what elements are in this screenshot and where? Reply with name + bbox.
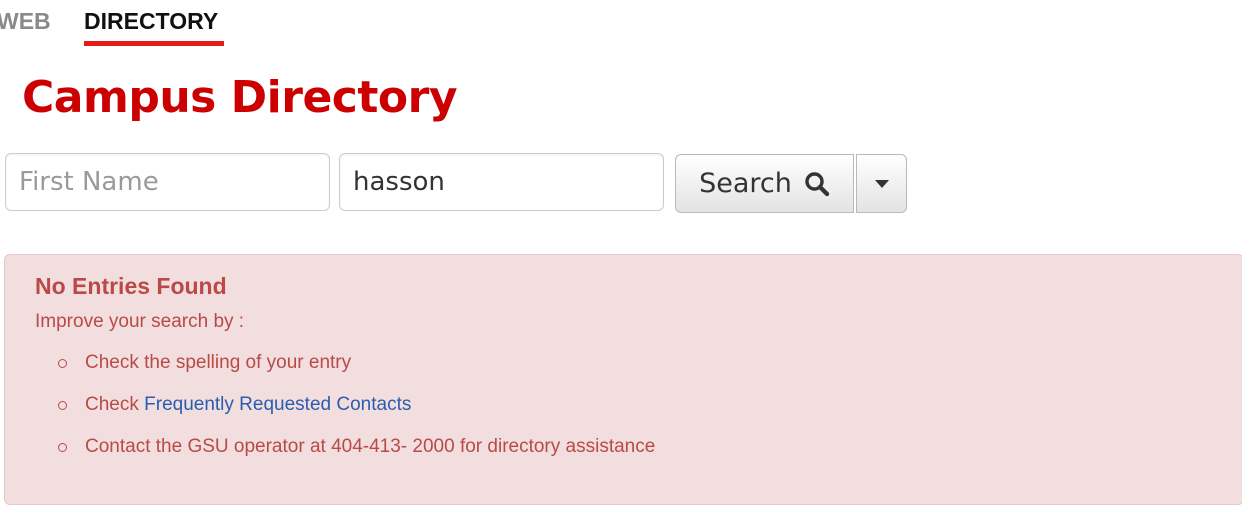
caret-down-icon [874,179,889,188]
active-tab-indicator [84,41,224,46]
suggestion-text: Contact the GSU operator at 404-413- 200… [85,436,656,457]
last-name-input[interactable] [339,153,664,211]
bullet-icon [58,401,67,410]
search-button[interactable]: Search [675,154,854,213]
page-title: Campus Directory [22,72,458,123]
suggestion-item: Check the spelling of your entry [85,350,351,376]
suggestion-item: Check Frequently Requested Contacts [85,392,411,418]
bullet-icon [58,443,67,452]
frequently-requested-contacts-link[interactable]: Frequently Requested Contacts [144,394,411,415]
suggestion-text: Check the spelling of your entry [85,352,352,373]
alert-heading: No Entries Found [35,273,227,299]
suggestion-text: Check [85,394,145,415]
alert-intro: Improve your search by : [35,311,245,332]
page: WEB DIRECTORY Campus Directory Search No… [0,0,1242,512]
suggestion-item: Contact the GSU operator at 404-413- 200… [85,434,655,460]
bullet-icon [58,359,67,368]
search-options-dropdown-button[interactable] [856,154,907,213]
tab-directory[interactable]: DIRECTORY [84,6,218,36]
tab-web[interactable]: WEB [0,6,51,36]
no-results-alert: No Entries Found Improve your search by … [4,254,1242,505]
search-button-label: Search [699,168,792,199]
magnifier-icon [804,171,830,197]
first-name-input[interactable] [5,153,330,211]
